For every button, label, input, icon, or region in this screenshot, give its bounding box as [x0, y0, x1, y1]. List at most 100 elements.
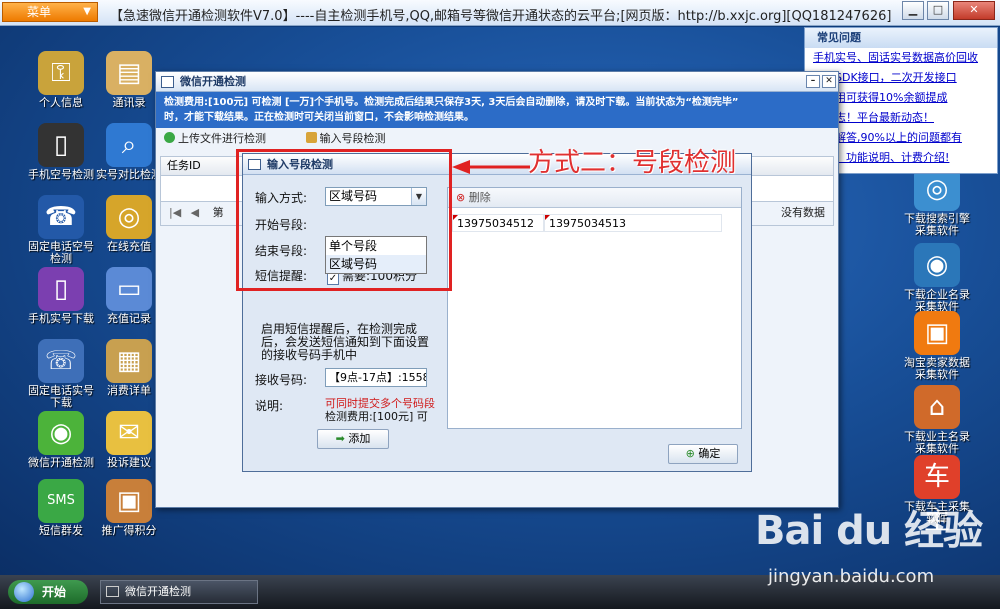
- card-icon: ▭: [106, 267, 152, 311]
- user-book-icon: ▣: [106, 479, 152, 523]
- eye-icon: ◉: [914, 243, 960, 287]
- dialog-title: 微信开通检测: [180, 75, 246, 88]
- segment-number-cell[interactable]: 13975034513: [544, 214, 722, 232]
- check-circle-icon: ⊕: [685, 447, 695, 460]
- first-page-icon[interactable]: |◀: [169, 206, 181, 219]
- shopping-bag-icon: ▣: [914, 311, 960, 355]
- baidu-watermark: Bai du 经验: [755, 508, 983, 554]
- desktop-icon[interactable]: ⚿ 个人信息: [26, 51, 96, 109]
- desktop-icon[interactable]: ▣ 推广得积分: [94, 479, 164, 537]
- faq-link[interactable]: 手机实号、固话实号数据高价回收: [805, 48, 997, 68]
- desktop-icon[interactable]: ⌂ 下载业主名录采集软件: [902, 385, 972, 455]
- add-button[interactable]: ➡ 添加: [317, 429, 389, 449]
- maximize-button[interactable]: □: [927, 1, 949, 20]
- app-title-bar: 菜单 ▼ 【急速微信开通检测软件V7.0】----自主检测手机号,QQ,邮箱号等…: [0, 0, 1000, 26]
- desktop-icon[interactable]: ◉ 下载企业名录采集软件: [902, 243, 972, 313]
- faq-title: 常见问题: [805, 28, 997, 48]
- envelope-icon: ✉: [106, 411, 152, 455]
- plus-icon: [164, 132, 175, 143]
- desktop-icon[interactable]: ☎ 固定电话空号检测: [26, 195, 96, 265]
- house-icon: ⌂: [914, 385, 960, 429]
- clipboard-icon: ▦: [106, 339, 152, 383]
- menu-button-label: 菜单: [27, 5, 52, 19]
- window-icon: [161, 76, 174, 88]
- purple-phone-icon: ▯: [38, 267, 84, 311]
- highlight-box: [236, 149, 452, 291]
- fee-info-banner: 检测费用:[100元] 可检测 [一万]个手机号。检测完成后结果只保存3天, 3…: [156, 92, 838, 128]
- delete-button[interactable]: ⊗ 删除: [448, 188, 741, 208]
- annotation-arrow-icon: [452, 160, 530, 174]
- telephone-icon: ☎: [38, 195, 84, 239]
- desktop-icon-label: 实号对比检测: [96, 168, 162, 181]
- dialog-close-button[interactable]: ✕: [822, 75, 836, 88]
- add-button-label: 添加: [348, 432, 371, 445]
- desktop-icon-label: 投诉建议: [107, 456, 151, 469]
- note-label: 说明:: [255, 399, 284, 413]
- no-data-label: 没有数据: [781, 206, 825, 219]
- desktop-icon-label: 在线充值: [107, 240, 151, 253]
- desktop-icon[interactable]: ▯ 手机空号检测: [26, 123, 96, 181]
- wechat-icon: ◉: [38, 411, 84, 455]
- upload-file-button[interactable]: 上传文件进行检测: [164, 132, 284, 145]
- segment-list-pane: ⊗ 删除 13975034512 13975034513: [447, 187, 742, 429]
- segment-check-button[interactable]: 输入号段检测: [305, 132, 404, 145]
- taskbar-item-label: 微信开通检测: [125, 585, 191, 598]
- magnifier-icon: ⌕: [106, 123, 152, 167]
- desktop-icon[interactable]: ▭ 充值记录: [94, 267, 164, 325]
- dialog-title-bar: 微信开通检测 – ✕: [156, 72, 838, 92]
- desktop-icon-label: 通讯录: [112, 96, 146, 109]
- desktop-icon[interactable]: ▤ 通讯录: [94, 51, 164, 109]
- desktop-icon[interactable]: ◎ 下载搜索引擎采集软件: [902, 167, 972, 237]
- ok-button-label: 确定: [698, 447, 721, 460]
- minimize-button[interactable]: ▁: [902, 1, 924, 20]
- fee-info-line: 时，才能下载结果。正在检测时可关闭当前窗口，不会影响检测结果。: [164, 112, 474, 123]
- segment-number-cell[interactable]: 13975034512: [452, 214, 544, 232]
- desktop-icon-label: 手机空号检测: [28, 168, 94, 181]
- desktop-icon[interactable]: SMS 短信群发: [26, 479, 96, 537]
- edit-icon: [305, 132, 317, 143]
- desktop-icon-label: 短信群发: [39, 524, 83, 537]
- mobile-phone-icon: ▯: [38, 123, 84, 167]
- upload-file-label: 上传文件进行检测: [178, 132, 266, 145]
- desk-phone-icon: ☏: [38, 339, 84, 383]
- desktop-icon-label: 微信开通检测: [28, 456, 94, 469]
- desktop-icon[interactable]: ⌕ 实号对比检测: [94, 123, 164, 181]
- dialog-minimize-button[interactable]: –: [806, 75, 820, 88]
- close-button[interactable]: ✕: [953, 1, 995, 20]
- note-fee-text: 检测费用:[100元] 可: [325, 410, 428, 423]
- sms-icon: SMS: [38, 479, 84, 523]
- desktop-icon-label: 固定电话实号下载: [28, 384, 94, 409]
- arrow-right-icon: ➡: [335, 432, 345, 445]
- menu-button[interactable]: 菜单 ▼: [2, 2, 98, 22]
- desktop-icon-label: 固定电话空号检测: [28, 240, 94, 265]
- receive-number-input[interactable]: 【9点-17点】:1558: [325, 368, 427, 387]
- desktop-icon-label: 淘宝卖家数据采集软件: [904, 356, 970, 381]
- windows-orb-icon: [14, 582, 34, 602]
- start-button[interactable]: 开始: [8, 580, 88, 604]
- delete-icon: ⊗: [456, 191, 466, 204]
- desktop-icon-label: 推广得积分: [101, 524, 157, 537]
- ok-button[interactable]: ⊕ 确定: [668, 444, 738, 464]
- desktop-icon-label: 下载搜索引擎采集软件: [904, 212, 970, 237]
- desktop-icon[interactable]: ✉ 投诉建议: [94, 411, 164, 469]
- prev-page-icon[interactable]: ◀: [191, 206, 199, 219]
- column-task-id[interactable]: 任务ID: [167, 159, 201, 172]
- desktop-icon[interactable]: ▯ 手机实号下载: [26, 267, 96, 325]
- desktop-icon-label: 下载企业名录采集软件: [904, 288, 970, 313]
- car-owner-icon: 车主: [914, 455, 960, 536]
- window-icon: [106, 586, 119, 597]
- key-icon: ⚿: [38, 51, 84, 95]
- desktop-icon[interactable]: ◎ 在线充值: [94, 195, 164, 253]
- taskbar-item[interactable]: 微信开通检测: [100, 580, 258, 604]
- desktop-icon[interactable]: ▣ 淘宝卖家数据采集软件: [902, 311, 972, 381]
- segment-check-label: 输入号段检测: [319, 132, 386, 145]
- desktop-icon-label: 充值记录: [107, 312, 151, 325]
- desktop-icon[interactable]: ◉ 微信开通检测: [26, 411, 96, 469]
- address-book-icon: ▤: [106, 51, 152, 95]
- coins-icon: ◎: [106, 195, 152, 239]
- receive-number-label: 接收号码:: [255, 373, 308, 387]
- desktop-icon[interactable]: ▦ 消费详单: [94, 339, 164, 397]
- desktop-icon[interactable]: ☏ 固定电话实号下载: [26, 339, 96, 409]
- fee-info-line: 检测费用:[100元] 可检测 [一万]个手机号。检测完成后结果只保存3天, 3…: [164, 97, 739, 108]
- annotation-text: 方式二：号段检测: [528, 148, 737, 178]
